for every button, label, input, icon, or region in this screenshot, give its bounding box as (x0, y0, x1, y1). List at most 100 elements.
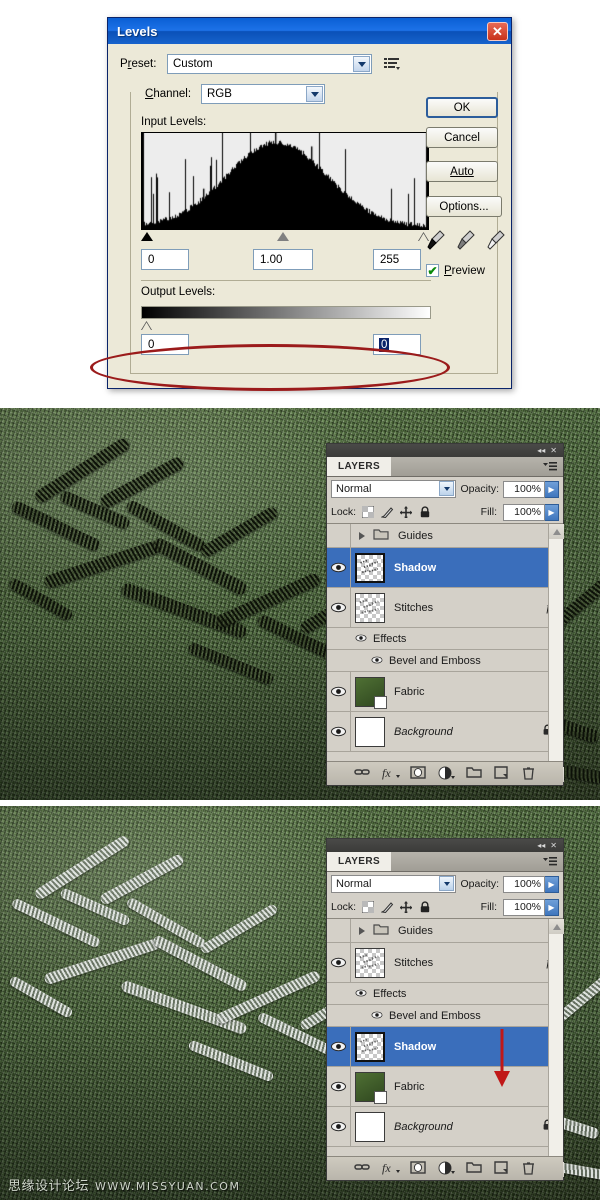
new-group-icon[interactable] (465, 1161, 482, 1176)
visibility-toggle-icon[interactable] (327, 588, 351, 627)
chevron-down-icon[interactable] (353, 56, 370, 72)
layer-thumbnail[interactable] (355, 1031, 385, 1062)
preset-select[interactable]: Custom (167, 54, 372, 74)
visibility-toggle-icon[interactable] (371, 1010, 383, 1022)
layer-list-scrollbar[interactable] (548, 524, 564, 782)
chevron-down-icon[interactable] (439, 876, 455, 891)
visibility-toggle-icon[interactable] (327, 1107, 351, 1146)
layer-thumbnail[interactable] (355, 592, 385, 623)
new-adjustment-layer-icon[interactable] (438, 1161, 455, 1176)
layer-group-row[interactable]: Guides (327, 524, 563, 548)
layer-thumbnail[interactable] (355, 1071, 387, 1104)
lock-all-icon[interactable] (419, 506, 431, 518)
lock-transparency-icon[interactable] (361, 900, 375, 914)
opacity-field[interactable]: 100% (503, 480, 545, 498)
layer-row[interactable]: Fabric (327, 672, 563, 712)
output-black-slider[interactable] (141, 321, 152, 330)
fill-field[interactable]: 100% (503, 503, 545, 521)
layer-group-row[interactable]: Guides (327, 919, 563, 943)
scroll-up-icon[interactable] (549, 524, 564, 539)
layer-effect-item[interactable]: Bevel and Emboss (327, 1005, 563, 1027)
ok-button[interactable]: OK (426, 97, 498, 118)
panel-menu-icon[interactable] (543, 852, 563, 871)
delete-layer-icon[interactable] (522, 1161, 537, 1176)
delete-layer-icon[interactable] (522, 766, 537, 781)
lock-all-icon[interactable] (419, 901, 431, 913)
add-layer-style-icon[interactable]: fx (382, 1161, 400, 1176)
scroll-up-icon[interactable] (549, 919, 564, 934)
layer-row[interactable]: Shadow (327, 1027, 563, 1067)
new-layer-icon[interactable] (493, 1161, 509, 1176)
layer-thumbnail[interactable] (355, 676, 387, 709)
chevron-down-icon[interactable] (306, 86, 323, 102)
layer-list-scrollbar[interactable] (548, 919, 564, 1177)
panel-menu-icon[interactable] (543, 457, 563, 476)
layer-row[interactable]: Shadow (327, 548, 563, 588)
auto-button[interactable]: Auto (426, 161, 498, 182)
visibility-toggle-icon[interactable] (355, 988, 367, 1000)
fill-stepper-icon[interactable]: ▶ (545, 898, 559, 916)
opacity-stepper-icon[interactable]: ▶ (545, 480, 559, 498)
tab-layers[interactable]: LAYERS (327, 457, 392, 476)
white-point-eyedropper-icon[interactable] (486, 229, 506, 251)
visibility-toggle-icon[interactable] (327, 524, 351, 547)
disclosure-triangle-icon[interactable] (359, 926, 365, 935)
output-white-field[interactable]: 0 (373, 334, 421, 355)
add-layer-style-icon[interactable]: fx (382, 766, 400, 781)
cancel-button[interactable]: Cancel (426, 127, 498, 148)
options-button[interactable]: Options... (426, 196, 502, 217)
visibility-toggle-icon[interactable] (327, 712, 351, 751)
layer-thumbnail[interactable] (355, 716, 385, 747)
collapse-panel-icon[interactable]: ◂◂ (537, 446, 545, 455)
chevron-down-icon[interactable] (439, 481, 455, 496)
input-white-field[interactable]: 255 (373, 249, 421, 270)
visibility-toggle-icon[interactable] (327, 1027, 351, 1066)
layer-row[interactable]: Fabric (327, 1067, 563, 1107)
layer-effect-item[interactable]: Bevel and Emboss (327, 650, 563, 672)
new-group-icon[interactable] (465, 766, 482, 781)
black-point-eyedropper-icon[interactable] (426, 229, 446, 251)
new-adjustment-layer-icon[interactable] (438, 766, 455, 781)
layer-row[interactable]: Stitchesfx (327, 943, 563, 983)
layer-row[interactable]: Background (327, 1107, 563, 1147)
blend-mode-select[interactable]: Normal (331, 875, 457, 893)
visibility-toggle-icon[interactable] (327, 548, 351, 587)
input-black-field[interactable]: 0 (141, 249, 189, 270)
input-gamma-field[interactable]: 1.00 (253, 249, 313, 270)
add-layer-mask-icon[interactable] (409, 766, 426, 781)
lock-position-icon[interactable] (399, 506, 413, 520)
layer-thumbnail[interactable] (355, 947, 385, 978)
input-gamma-slider[interactable] (277, 232, 289, 241)
output-black-field[interactable]: 0 (141, 334, 189, 355)
layer-effects-header[interactable]: Effects (327, 628, 563, 650)
visibility-toggle-icon[interactable] (327, 1067, 351, 1106)
visibility-toggle-icon[interactable] (327, 919, 351, 942)
link-layers-icon[interactable] (353, 766, 370, 781)
blend-mode-select[interactable]: Normal (331, 480, 457, 498)
lock-position-icon[interactable] (399, 901, 413, 915)
lock-transparency-icon[interactable] (361, 505, 375, 519)
gray-point-eyedropper-icon[interactable] (456, 229, 476, 251)
add-layer-mask-icon[interactable] (409, 1161, 426, 1176)
channel-select[interactable]: RGB (201, 84, 325, 104)
layer-effects-header[interactable]: Effects (327, 983, 563, 1005)
close-panel-icon[interactable]: ✕ (550, 446, 557, 455)
close-panel-icon[interactable]: ✕ (550, 841, 557, 850)
layer-thumbnail[interactable] (355, 552, 385, 583)
opacity-stepper-icon[interactable]: ▶ (545, 875, 559, 893)
input-black-slider[interactable] (141, 232, 153, 241)
layer-row[interactable]: Background (327, 712, 563, 752)
preview-checkbox[interactable]: ✔ (426, 264, 439, 277)
visibility-toggle-icon[interactable] (327, 672, 351, 711)
preset-options-icon[interactable] (384, 57, 400, 71)
lock-image-icon[interactable] (380, 506, 394, 519)
visibility-toggle-icon[interactable] (355, 633, 367, 645)
disclosure-triangle-icon[interactable] (359, 531, 365, 540)
layer-list[interactable]: GuidesShadowStitchesfxEffectsBevel and E… (327, 523, 564, 783)
close-icon[interactable]: ✕ (487, 21, 508, 41)
opacity-field[interactable]: 100% (503, 875, 545, 893)
fill-stepper-icon[interactable]: ▶ (545, 503, 559, 521)
new-layer-icon[interactable] (493, 766, 509, 781)
visibility-toggle-icon[interactable] (371, 655, 383, 667)
lock-image-icon[interactable] (380, 901, 394, 914)
